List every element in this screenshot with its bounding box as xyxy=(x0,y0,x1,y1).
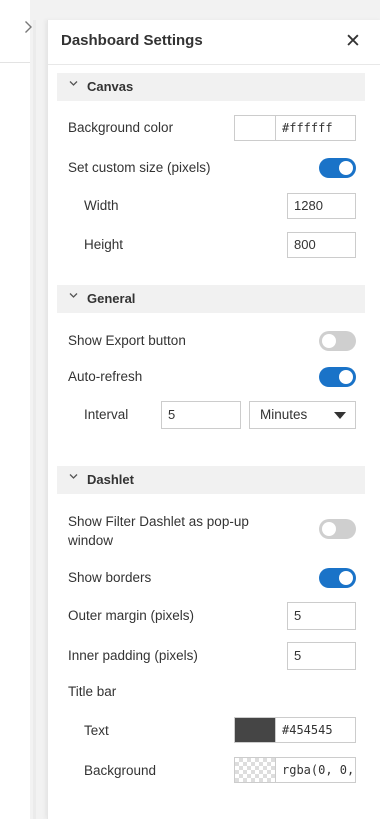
interval-unit-value: Minutes xyxy=(260,407,308,422)
title-background-label: Background xyxy=(84,763,157,778)
title-text-label: Text xyxy=(84,723,109,738)
chevron-down-icon xyxy=(69,472,78,484)
background-color-label: Background color xyxy=(68,120,174,135)
chevron-down-icon xyxy=(69,79,78,91)
background-color-input[interactable]: #ffffff xyxy=(275,115,356,141)
interval-label: Interval xyxy=(84,407,129,422)
title-background-swatch[interactable] xyxy=(234,757,276,783)
filter-popup-toggle[interactable] xyxy=(319,519,356,539)
auto-refresh-label: Auto-refresh xyxy=(68,369,143,384)
title-bar-label: Title bar xyxy=(68,684,117,699)
custom-size-toggle[interactable] xyxy=(319,158,356,178)
title-text-swatch[interactable] xyxy=(234,717,276,743)
filter-popup-label-line1: Show Filter Dashlet as pop-up xyxy=(68,514,249,529)
interval-input[interactable]: 5 xyxy=(161,401,241,429)
width-label: Width xyxy=(84,198,119,213)
close-icon[interactable]: ✕ xyxy=(343,30,363,52)
show-export-label: Show Export button xyxy=(68,333,186,348)
section-dashlet-header[interactable]: Dashlet xyxy=(57,466,365,494)
show-borders-toggle[interactable] xyxy=(319,568,356,588)
title-text-color-input[interactable]: #454545 xyxy=(275,717,356,743)
inner-padding-input[interactable]: 5 xyxy=(287,642,356,670)
inner-padding-label: Inner padding (pixels) xyxy=(68,648,198,663)
section-title: Canvas xyxy=(87,79,134,94)
auto-refresh-toggle[interactable] xyxy=(319,367,356,387)
section-title: Dashlet xyxy=(87,472,134,487)
background-color-swatch[interactable] xyxy=(234,115,276,141)
dashboard-settings-panel: Dashboard Settings ✕ Canvas Background c… xyxy=(47,20,380,819)
section-title: General xyxy=(87,291,136,306)
scrollbar-track[interactable] xyxy=(33,20,36,819)
height-label: Height xyxy=(84,237,124,252)
panel-title: Dashboard Settings xyxy=(61,32,203,49)
custom-size-label: Set custom size (pixels) xyxy=(68,160,211,175)
outer-margin-label: Outer margin (pixels) xyxy=(68,608,195,623)
width-input[interactable]: 1280 xyxy=(287,193,356,219)
title-background-color-input[interactable]: rgba(0, 0, 0, 0) xyxy=(275,757,356,783)
rail-divider xyxy=(0,62,30,63)
section-canvas-header[interactable]: Canvas xyxy=(57,73,365,101)
show-export-toggle[interactable] xyxy=(319,331,356,351)
height-input[interactable]: 800 xyxy=(287,232,356,258)
section-general-header[interactable]: General xyxy=(57,285,365,313)
outer-margin-input[interactable]: 5 xyxy=(287,602,356,630)
panel-header: Dashboard Settings ✕ xyxy=(48,20,380,65)
show-borders-label: Show borders xyxy=(68,570,152,585)
left-rail xyxy=(0,0,30,819)
interval-unit-select[interactable]: Minutes xyxy=(249,401,356,429)
filter-popup-label-line2: window xyxy=(68,533,114,548)
chevron-down-icon xyxy=(69,291,78,303)
caret-down-icon xyxy=(334,410,346,423)
